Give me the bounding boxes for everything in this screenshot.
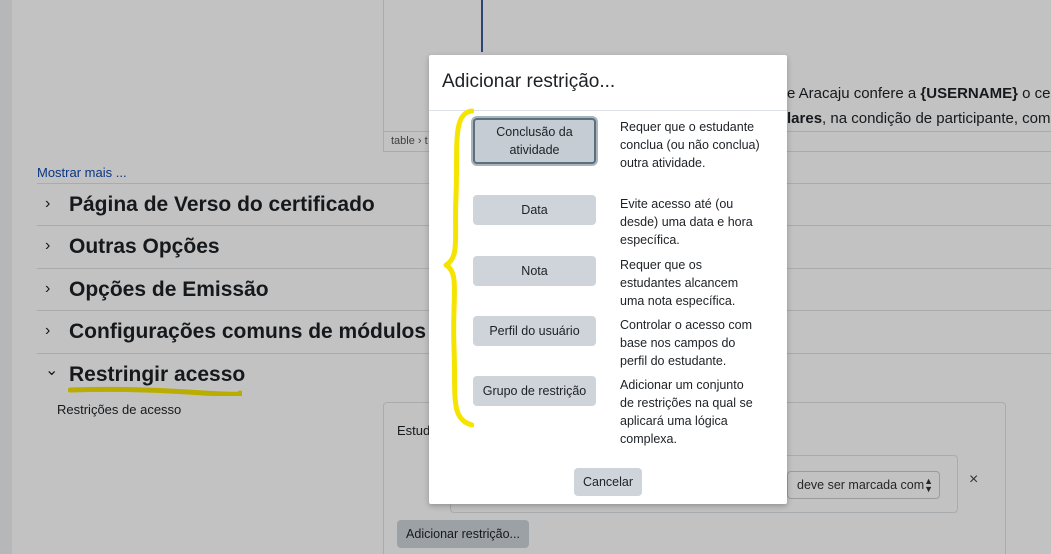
- user-profile-button[interactable]: Perfil do usuário: [473, 316, 596, 346]
- cancel-button[interactable]: Cancelar: [574, 468, 642, 496]
- date-button[interactable]: Data: [473, 195, 596, 225]
- page: table › t e Aracaju confere a {USERNAME}…: [0, 0, 1051, 554]
- option-description: Requer que os estudantes alcancem uma no…: [620, 258, 739, 308]
- add-restriction-dialog: Adicionar restrição... Conclusão da ativ…: [429, 55, 787, 504]
- grade-button[interactable]: Nota: [473, 256, 596, 286]
- dialog-header-divider: [429, 110, 787, 111]
- activity-completion-button[interactable]: Conclusão da atividade: [473, 118, 596, 164]
- option-description: Controlar o acesso com base nos campos d…: [620, 318, 753, 368]
- dialog-title: Adicionar restrição...: [442, 71, 616, 92]
- restriction-set-button[interactable]: Grupo de restrição: [473, 376, 596, 406]
- option-description: Requer que o estudante conclua (ou não c…: [620, 120, 760, 170]
- yellow-brace-annotation: [443, 108, 474, 428]
- option-description: Adicionar um conjunto de restrições na q…: [620, 378, 753, 446]
- option-description: Evite acesso até (ou desde) uma data e h…: [620, 197, 753, 247]
